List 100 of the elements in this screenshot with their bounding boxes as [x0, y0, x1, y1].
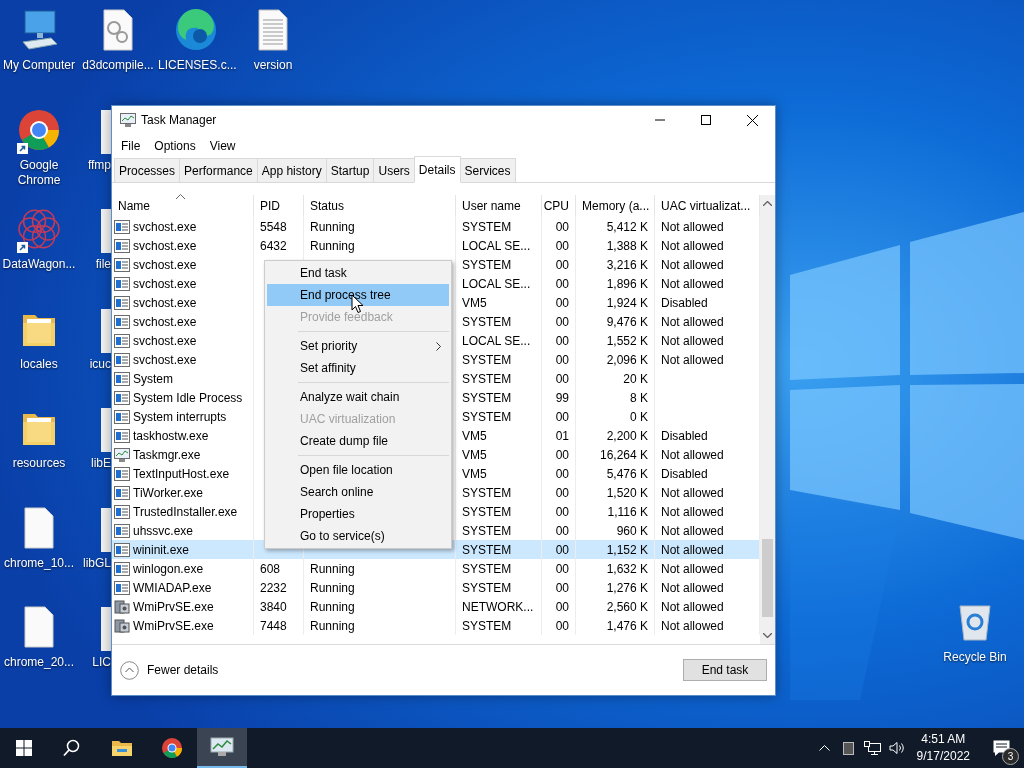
- table-cell: SYSTEM: [462, 580, 512, 595]
- table-cell: VM5: [462, 447, 487, 462]
- icon-label[interactable]: DataWagon...: [2, 257, 76, 272]
- column-header[interactable]: PID: [254, 195, 304, 217]
- column-header[interactable]: CPU: [542, 195, 576, 217]
- document-icon[interactable]: [101, 308, 111, 353]
- table-cell: SYSTEM: [462, 542, 512, 557]
- icon-label[interactable]: icuc: [89, 356, 111, 371]
- scrollbar-thumb[interactable]: [762, 539, 773, 618]
- network-logo-icon[interactable]: [17, 207, 61, 251]
- table-cell: Not allowed: [661, 238, 724, 253]
- table-cell: 1,924 K: [606, 295, 648, 310]
- icon-label[interactable]: chrome_10...: [3, 555, 74, 571]
- maximize-icon: [701, 115, 711, 125]
- monitor-chart-icon[interactable]: [210, 737, 234, 757]
- chrome-icon[interactable]: [17, 107, 61, 152]
- monitor-chart-icon: [114, 447, 130, 462]
- edge-icon[interactable]: [174, 8, 218, 52]
- clock[interactable]: 4:51 AM 9/17/2022: [908, 731, 978, 765]
- chrome-icon[interactable]: [161, 737, 183, 759]
- table-cell: Not allowed: [661, 352, 724, 367]
- taskbar-button[interactable]: [197, 728, 247, 768]
- windows-start-icon[interactable]: [15, 740, 32, 756]
- icon-label[interactable]: resources: [12, 456, 66, 471]
- menu-item[interactable]: Options: [147, 138, 203, 153]
- icon-label[interactable]: d3dcompile...: [82, 58, 154, 73]
- shortcut-arrow-icon: [17, 142, 28, 154]
- application-icon: [114, 561, 130, 576]
- icon-label[interactable]: version: [253, 58, 293, 73]
- table-cell: 00: [555, 219, 569, 234]
- menu-item[interactable]: View: [202, 138, 243, 153]
- tab[interactable]: Services: [459, 158, 516, 182]
- table-row[interactable]: winlogon.exe 608 Running SYSTEM 00 1,632 K Not allowed: [112, 559, 760, 578]
- table-cell: SYSTEM: [462, 390, 512, 405]
- application-icon: [114, 276, 130, 291]
- clock-time: 4:51 AM: [921, 731, 966, 748]
- icon-label[interactable]: libE: [91, 456, 111, 470]
- icon-label[interactable]: Recycle Bin: [943, 650, 1007, 665]
- collapse-icon: [120, 660, 139, 680]
- menu-item[interactable]: Set affinity: [267, 357, 449, 379]
- notification-count: 3: [1002, 748, 1019, 765]
- table-row[interactable]: svchost.exe 6432 Running LOCAL SE... 00 1,388 K Not allowed: [112, 236, 760, 255]
- table-cell: Not allowed: [661, 485, 724, 500]
- end-task-button[interactable]: End task: [683, 659, 767, 681]
- document-icon[interactable]: [101, 507, 111, 552]
- column-header[interactable]: User name: [456, 195, 542, 217]
- icon-label[interactable]: Google Chrome: [1, 157, 77, 188]
- column-header[interactable]: Memory (a...: [576, 195, 655, 217]
- sort-caret-icon: [176, 194, 185, 199]
- table-cell: LOCAL SE...: [462, 333, 531, 348]
- menu-item[interactable]: Analyze wait chain: [267, 386, 449, 408]
- tab[interactable]: Processes: [114, 158, 181, 182]
- folder-icon[interactable]: [111, 739, 133, 757]
- table-cell: Not allowed: [661, 618, 724, 633]
- menu-item[interactable]: Search online: [267, 481, 449, 503]
- search-icon[interactable]: [63, 739, 81, 757]
- icon-label[interactable]: LICENSES.c...: [158, 58, 234, 73]
- icon-label[interactable]: libGL: [83, 555, 111, 570]
- document-icon[interactable]: [101, 109, 111, 154]
- icon-label[interactable]: My Computer: [3, 58, 75, 73]
- table-row[interactable]: WmiPrvSE.exe 7448 Running SYSTEM 00 1,476 K Not allowed: [112, 616, 760, 635]
- table-cell: 99: [555, 390, 569, 405]
- table-row[interactable]: WMIADAP.exe 2232 Running SYSTEM 00 1,276 K Not allowed: [112, 578, 760, 597]
- tab[interactable]: Startup: [325, 158, 375, 182]
- notifications-button[interactable]: 3: [978, 728, 1024, 768]
- table-cell: 1,276 K: [606, 580, 648, 595]
- table-row[interactable]: svchost.exe 5548 Running SYSTEM 00 5,412 K Not allowed: [112, 217, 760, 236]
- table-cell: WmiPrvSE.exe: [133, 599, 214, 614]
- tab[interactable]: App history: [256, 158, 327, 182]
- table-cell: Running: [310, 599, 355, 614]
- menu-item[interactable]: File: [114, 138, 148, 153]
- column-header[interactable]: Status: [304, 195, 456, 217]
- table-cell: 00: [555, 523, 569, 538]
- table-cell: 1,116 K: [607, 504, 648, 519]
- menu-item[interactable]: End process tree: [267, 284, 449, 306]
- icon-label[interactable]: file: [95, 257, 111, 271]
- table-cell: Disabled: [661, 428, 708, 443]
- table-cell: SYSTEM: [462, 257, 512, 272]
- table-cell: SYSTEM: [462, 504, 512, 519]
- table-cell: SYSTEM: [462, 314, 512, 329]
- column-header[interactable]: Name: [112, 195, 254, 217]
- tab[interactable]: Performance: [179, 158, 258, 182]
- table-row[interactable]: WmiPrvSE.exe 3840 Running NETWORK... 00 2,560 K Not allowed: [112, 597, 760, 616]
- table-cell: LOCAL SE...: [462, 238, 531, 253]
- table-cell: SYSTEM: [462, 523, 512, 538]
- tab[interactable]: Details: [413, 156, 461, 183]
- table-cell: 00: [555, 599, 569, 614]
- icon-label[interactable]: chrome_20...: [3, 655, 74, 670]
- table-cell: Running: [310, 238, 355, 253]
- tab[interactable]: Users: [373, 158, 415, 182]
- icon-label[interactable]: LIC: [92, 655, 111, 669]
- table-cell: SYSTEM: [462, 618, 512, 633]
- menu-item[interactable]: Set priority: [267, 335, 449, 357]
- table-cell: 6432: [260, 238, 287, 253]
- menu-item[interactable]: Properties: [267, 503, 449, 525]
- icon-label[interactable]: ffmp: [87, 157, 111, 172]
- table-cell: 1,476 K: [606, 618, 648, 633]
- table-cell: Not allowed: [661, 257, 724, 272]
- icon-label[interactable]: locales: [20, 356, 58, 372]
- fewer-details-link[interactable]: Fewer details: [120, 660, 219, 680]
